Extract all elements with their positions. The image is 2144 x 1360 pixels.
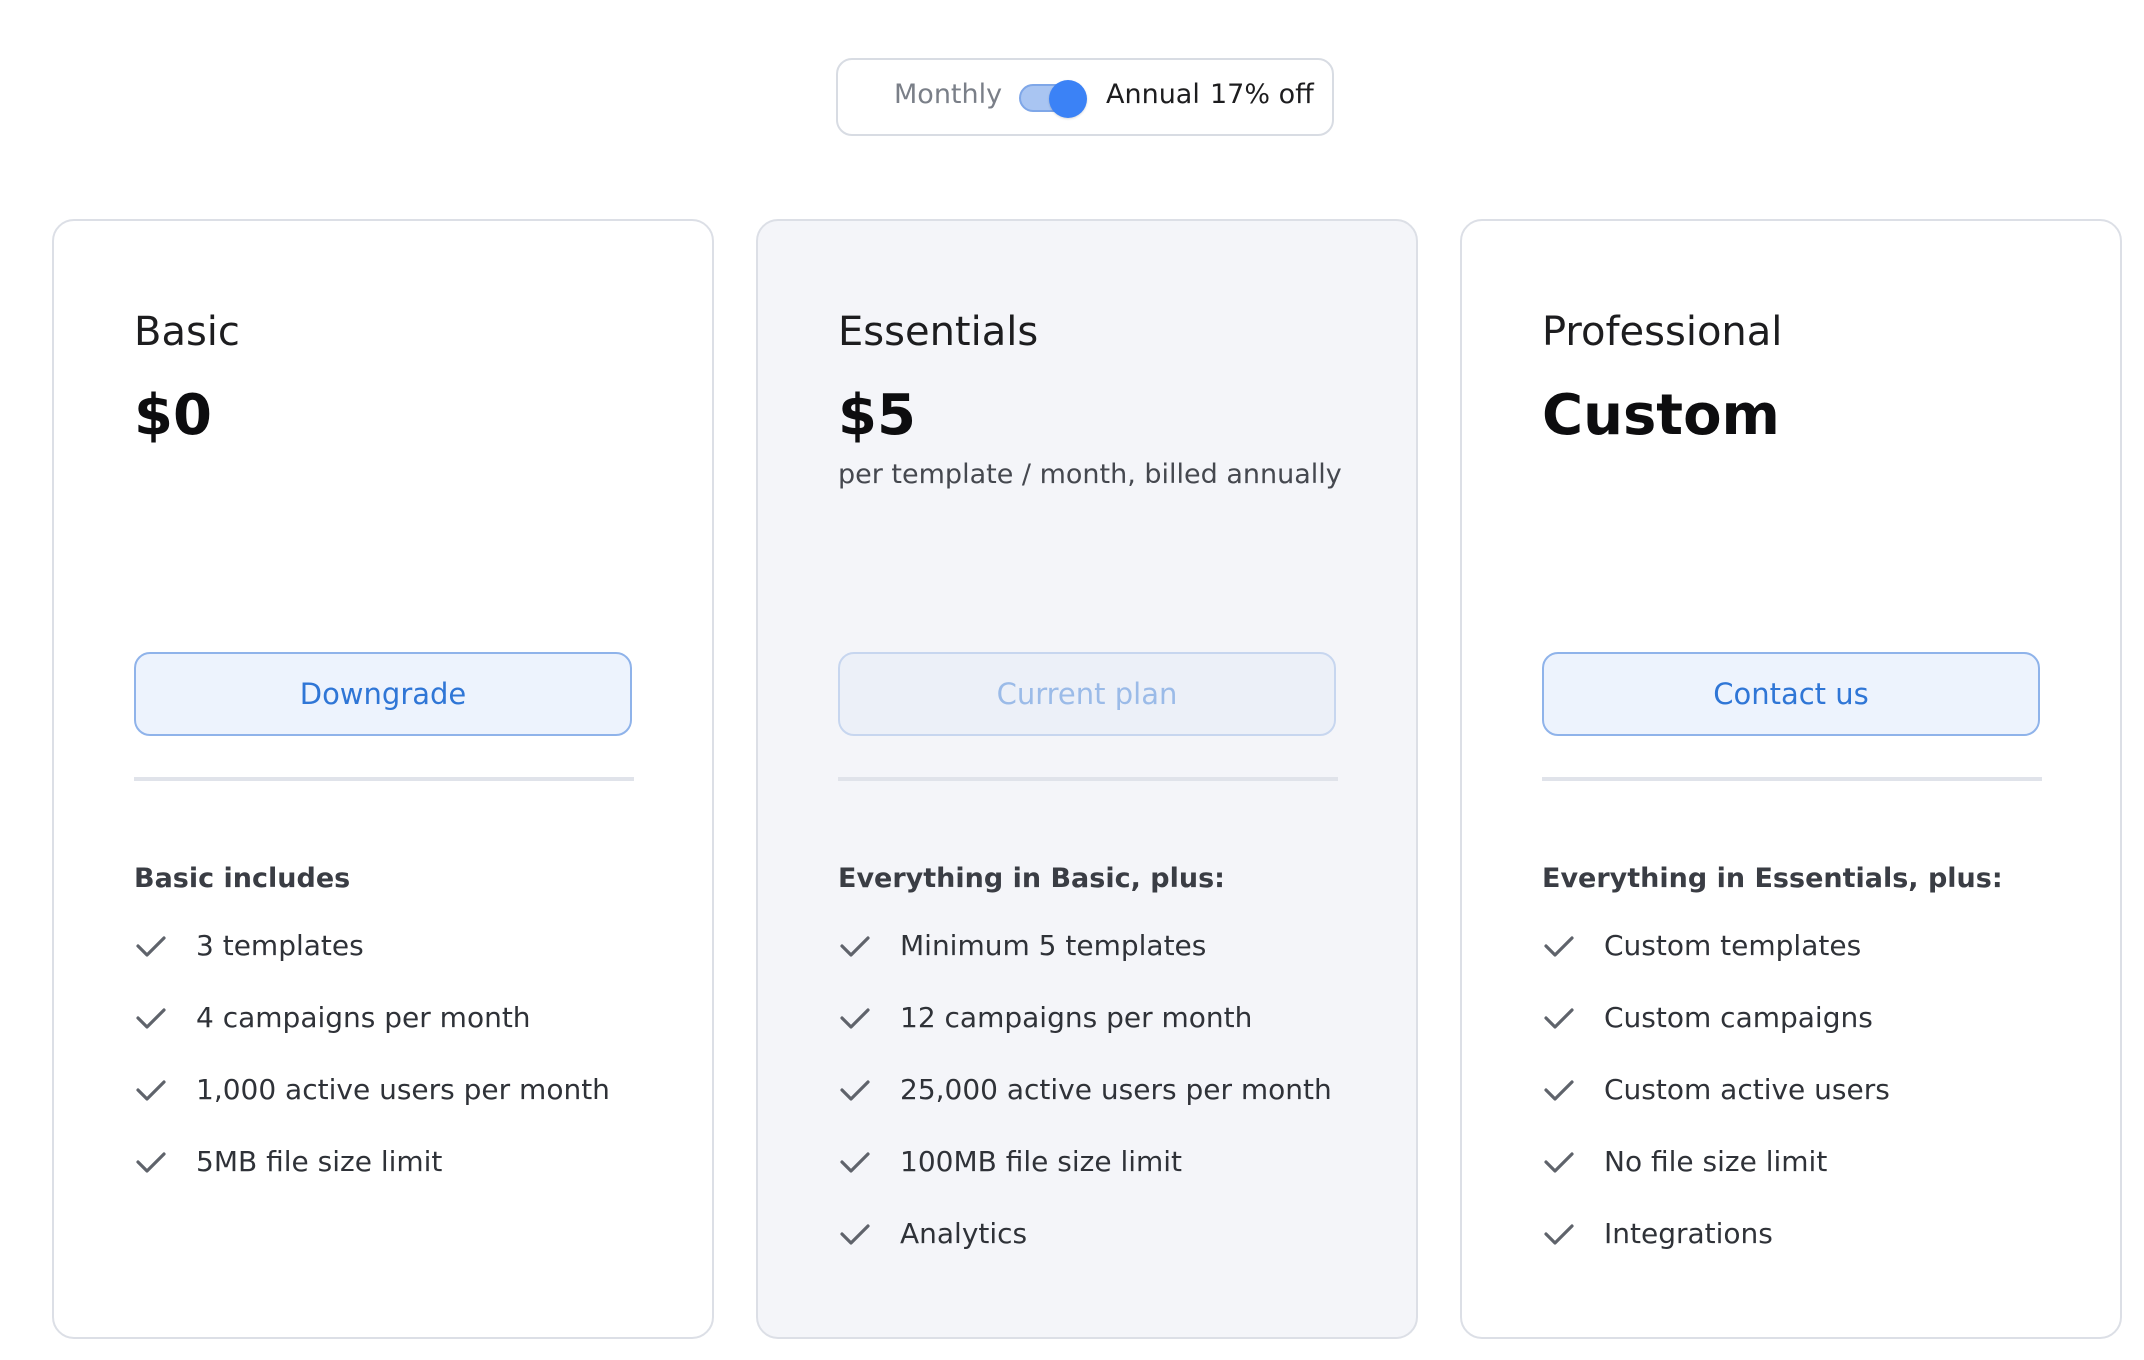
feature-item: Analytics — [838, 1217, 1332, 1289]
feature-list: Minimum 5 templates 12 campaigns per mon… — [838, 929, 1332, 1289]
plan-card-professional: Professional Custom Contact us Everythin… — [1460, 219, 2122, 1339]
check-icon — [1544, 936, 1574, 957]
check-icon — [136, 1080, 166, 1101]
feature-text: 12 campaigns per month — [900, 1001, 1253, 1034]
feature-item: 25,000 active users per month — [838, 1073, 1332, 1145]
check-icon — [136, 1008, 166, 1029]
check-icon — [1544, 1008, 1574, 1029]
feature-item: 3 templates — [134, 929, 610, 1001]
feature-item: Minimum 5 templates — [838, 929, 1332, 1001]
feature-item: 4 campaigns per month — [134, 1001, 610, 1073]
feature-item: 1,000 active users per month — [134, 1073, 610, 1145]
current-plan-button: Current plan — [838, 652, 1336, 736]
check-icon — [840, 936, 870, 957]
check-icon — [136, 1152, 166, 1173]
monthly-label[interactable]: Monthly — [894, 79, 1002, 110]
feature-item: Integrations — [1542, 1217, 1890, 1289]
divider — [838, 777, 1338, 781]
plan-card-essentials: Essentials $5 per template / month, bill… — [756, 219, 1418, 1339]
divider — [134, 777, 634, 781]
check-icon — [840, 1008, 870, 1029]
feature-text: Custom active users — [1604, 1073, 1890, 1106]
check-icon — [840, 1080, 870, 1101]
features-heading: Everything in Essentials, plus: — [1542, 863, 2003, 894]
switch-knob[interactable] — [1049, 80, 1087, 118]
feature-item: 100MB file size limit — [838, 1145, 1332, 1217]
plan-price-note: per template / month, billed annually — [838, 459, 1342, 490]
check-icon — [1544, 1080, 1574, 1101]
plan-name: Basic — [134, 309, 240, 355]
check-icon — [840, 1152, 870, 1173]
billing-toggle: Monthly Annual 17% off — [836, 58, 1334, 136]
plan-price: Custom — [1542, 383, 1780, 448]
feature-text: 25,000 active users per month — [900, 1073, 1332, 1106]
feature-text: No file size limit — [1604, 1145, 1828, 1178]
feature-text: Custom templates — [1604, 929, 1862, 962]
feature-text: Analytics — [900, 1217, 1028, 1250]
feature-text: 5MB file size limit — [196, 1145, 443, 1178]
check-icon — [1544, 1152, 1574, 1173]
downgrade-button[interactable]: Downgrade — [134, 652, 632, 736]
feature-text: 1,000 active users per month — [196, 1073, 610, 1106]
feature-text: 100MB file size limit — [900, 1145, 1183, 1178]
feature-text: Integrations — [1604, 1217, 1773, 1250]
check-icon — [840, 1224, 870, 1245]
plan-name: Essentials — [838, 309, 1039, 355]
contact-us-button[interactable]: Contact us — [1542, 652, 2040, 736]
feature-text: Minimum 5 templates — [900, 929, 1207, 962]
divider — [1542, 777, 2042, 781]
feature-item: Custom active users — [1542, 1073, 1890, 1145]
check-icon — [136, 936, 166, 957]
feature-text: Custom campaigns — [1604, 1001, 1873, 1034]
feature-item: 12 campaigns per month — [838, 1001, 1332, 1073]
feature-item: No file size limit — [1542, 1145, 1890, 1217]
plan-price: $0 — [134, 383, 212, 448]
check-icon — [1544, 1224, 1574, 1245]
features-heading: Everything in Basic, plus: — [838, 863, 1225, 894]
plan-name: Professional — [1542, 309, 1783, 355]
annual-label[interactable]: Annual — [1106, 79, 1200, 110]
feature-item: Custom templates — [1542, 929, 1890, 1001]
plan-card-basic: Basic $0 Downgrade Basic includes 3 temp… — [52, 219, 714, 1339]
feature-text: 4 campaigns per month — [196, 1001, 531, 1034]
billing-period-switch[interactable] — [1019, 80, 1091, 118]
features-heading: Basic includes — [134, 863, 351, 894]
discount-label: 17% off — [1210, 79, 1314, 110]
feature-text: 3 templates — [196, 929, 364, 962]
feature-item: 5MB file size limit — [134, 1145, 610, 1217]
feature-list: 3 templates 4 campaigns per month 1,000 … — [134, 929, 610, 1217]
plan-price: $5 — [838, 383, 916, 448]
feature-list: Custom templates Custom campaigns Custom… — [1542, 929, 1890, 1289]
feature-item: Custom campaigns — [1542, 1001, 1890, 1073]
